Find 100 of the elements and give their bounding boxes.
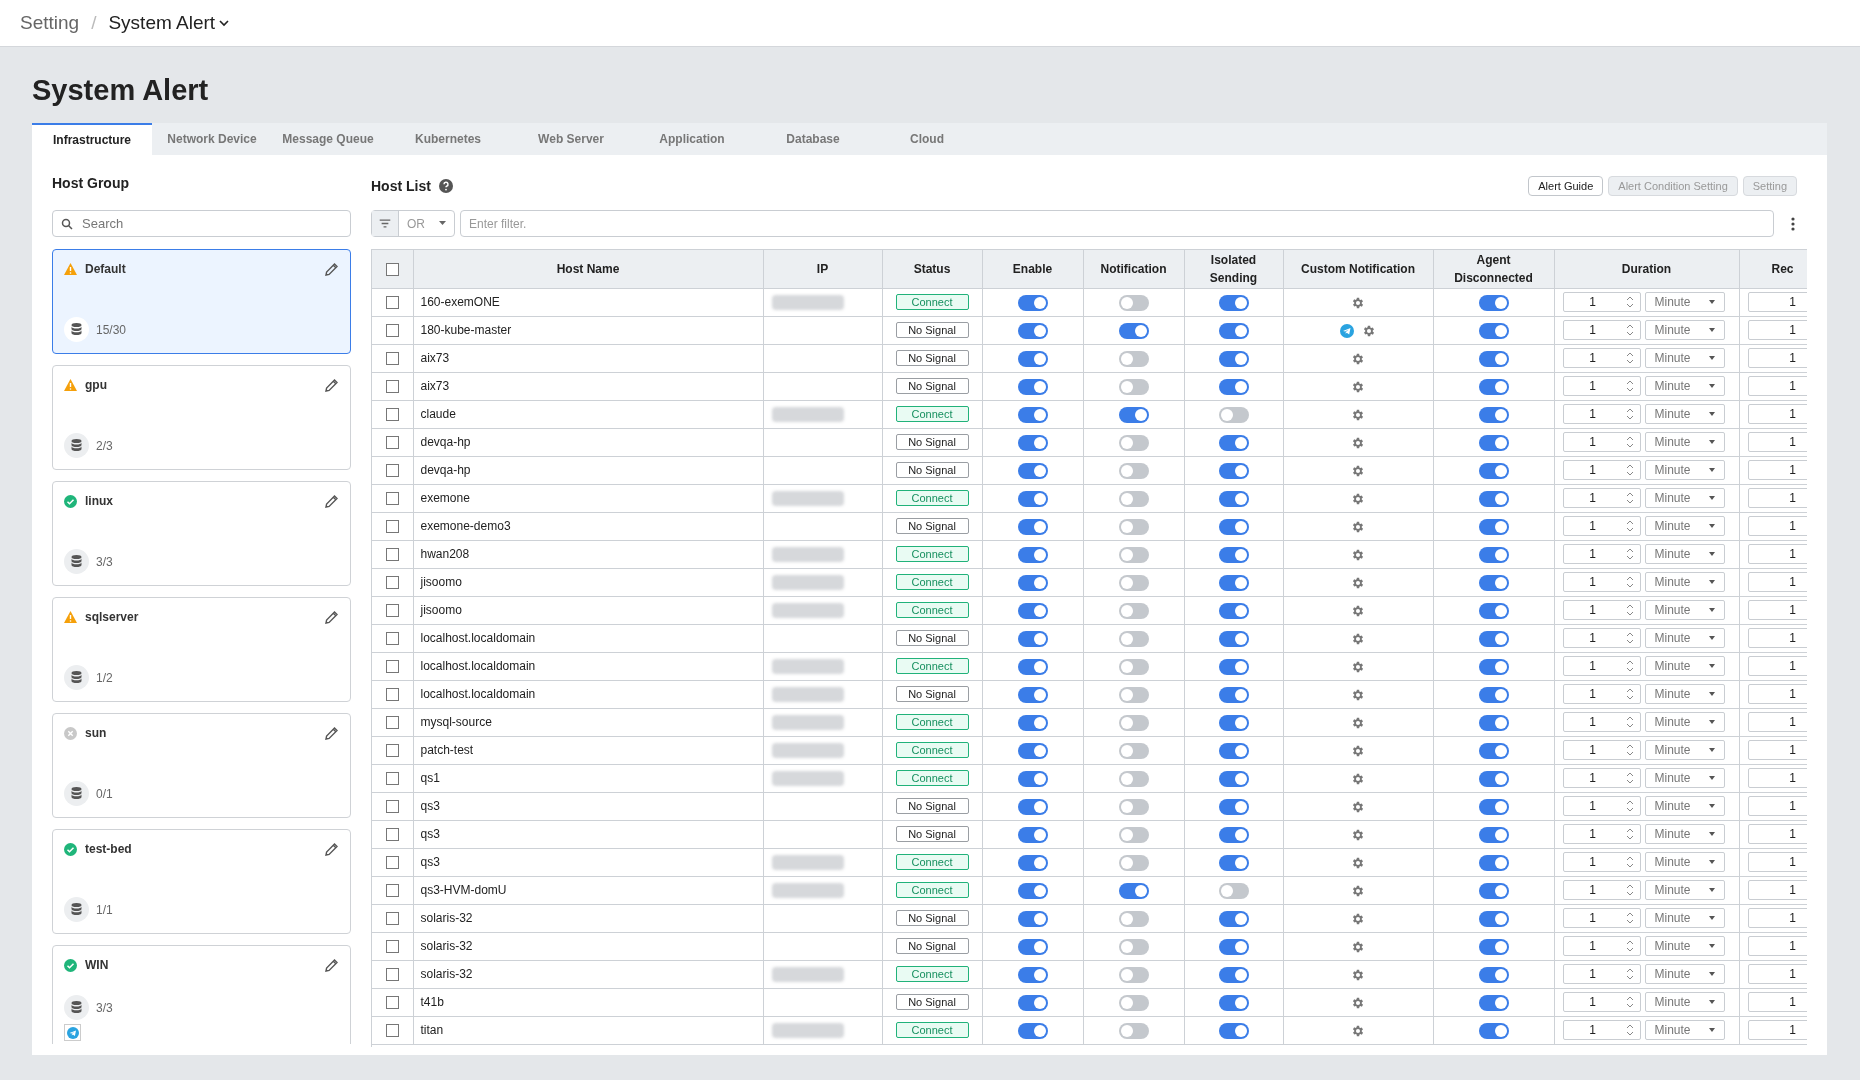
- toggle-switch[interactable]: [1478, 938, 1509, 955]
- gear-icon[interactable]: [1351, 407, 1365, 422]
- unit-dropdown[interactable]: Minute: [1644, 572, 1725, 592]
- checkbox[interactable]: [385, 464, 399, 478]
- duration-input[interactable]: 1: [1562, 796, 1641, 816]
- gear-icon[interactable]: [1351, 295, 1365, 310]
- checkbox[interactable]: [385, 1024, 399, 1038]
- spinner-arrows-icon[interactable]: [1625, 435, 1634, 449]
- toggle-switch[interactable]: [1118, 294, 1149, 311]
- rec-input[interactable]: 1: [1747, 964, 1807, 984]
- toggle-switch[interactable]: [1218, 742, 1249, 759]
- toggle-switch[interactable]: [1478, 378, 1509, 395]
- unit-dropdown[interactable]: Minute: [1644, 320, 1725, 340]
- tab[interactable]: Kubernetes: [384, 123, 512, 155]
- duration-input[interactable]: 1: [1562, 712, 1641, 732]
- rec-input[interactable]: 1: [1747, 992, 1807, 1012]
- toggle-switch[interactable]: [1017, 490, 1048, 507]
- spinner-arrows-icon[interactable]: [1625, 827, 1634, 841]
- unit-dropdown[interactable]: Minute: [1644, 852, 1725, 872]
- host-group-card[interactable]: Default 15/30: [52, 249, 351, 354]
- edit-icon[interactable]: [324, 725, 339, 741]
- checkbox[interactable]: [385, 436, 399, 450]
- duration-input[interactable]: 1: [1562, 600, 1641, 620]
- breadcrumb-link[interactable]: Setting: [20, 8, 80, 38]
- duration-input[interactable]: 1: [1562, 320, 1641, 340]
- unit-dropdown[interactable]: Minute: [1644, 348, 1725, 368]
- duration-input[interactable]: 1: [1562, 824, 1641, 844]
- toggle-switch[interactable]: [1218, 378, 1249, 395]
- gear-icon[interactable]: [1351, 575, 1365, 590]
- duration-input[interactable]: 1: [1562, 684, 1641, 704]
- duration-input[interactable]: 1: [1562, 376, 1641, 396]
- spinner-arrows-icon[interactable]: [1625, 603, 1634, 617]
- unit-dropdown[interactable]: Minute: [1644, 768, 1725, 788]
- gear-icon[interactable]: [1351, 687, 1365, 702]
- toggle-switch[interactable]: [1118, 770, 1149, 787]
- rec-input[interactable]: 1: [1747, 936, 1807, 956]
- unit-dropdown[interactable]: Minute: [1644, 600, 1725, 620]
- rec-input[interactable]: 1: [1747, 796, 1807, 816]
- rec-input[interactable]: 1: [1747, 768, 1807, 788]
- toggle-switch[interactable]: [1478, 798, 1509, 815]
- toggle-switch[interactable]: [1118, 434, 1149, 451]
- toggle-switch[interactable]: [1218, 686, 1249, 703]
- rec-input[interactable]: 1: [1747, 320, 1807, 340]
- checkbox[interactable]: [385, 940, 399, 954]
- toggle-switch[interactable]: [1218, 462, 1249, 479]
- more-options-icon[interactable]: [1791, 216, 1795, 231]
- checkbox[interactable]: [385, 884, 399, 898]
- gear-icon[interactable]: [1351, 519, 1365, 534]
- checkbox[interactable]: [385, 324, 399, 338]
- rec-input[interactable]: 1: [1747, 348, 1807, 368]
- toggle-switch[interactable]: [1478, 882, 1509, 899]
- toggle-switch[interactable]: [1478, 434, 1509, 451]
- unit-dropdown[interactable]: Minute: [1644, 740, 1725, 760]
- toggle-switch[interactable]: [1478, 714, 1509, 731]
- toggle-switch[interactable]: [1218, 574, 1249, 591]
- toggle-switch[interactable]: [1218, 882, 1249, 899]
- tab[interactable]: Network Device: [152, 123, 272, 155]
- toggle-switch[interactable]: [1118, 882, 1149, 899]
- toggle-switch[interactable]: [1118, 350, 1149, 367]
- duration-input[interactable]: 1: [1562, 740, 1641, 760]
- toggle-switch[interactable]: [1478, 966, 1509, 983]
- duration-input[interactable]: 1: [1562, 292, 1641, 312]
- toggle-switch[interactable]: [1118, 546, 1149, 563]
- toggle-switch[interactable]: [1218, 966, 1249, 983]
- checkbox[interactable]: [385, 263, 399, 277]
- spinner-arrows-icon[interactable]: [1625, 379, 1634, 393]
- toggle-switch[interactable]: [1478, 994, 1509, 1011]
- rec-input[interactable]: 1: [1747, 628, 1807, 648]
- checkbox[interactable]: [385, 744, 399, 758]
- rec-input[interactable]: 1: [1747, 488, 1807, 508]
- toggle-switch[interactable]: [1218, 434, 1249, 451]
- gear-icon[interactable]: [1351, 883, 1365, 898]
- checkbox[interactable]: [385, 352, 399, 366]
- search-field[interactable]: Search: [52, 210, 351, 237]
- tab[interactable]: Database: [754, 123, 872, 155]
- checkbox[interactable]: [385, 408, 399, 422]
- toggle-switch[interactable]: [1218, 490, 1249, 507]
- gear-icon[interactable]: [1351, 967, 1365, 982]
- toggle-switch[interactable]: [1218, 770, 1249, 787]
- toggle-switch[interactable]: [1118, 1022, 1149, 1039]
- checkbox[interactable]: [385, 912, 399, 926]
- gear-icon[interactable]: [1351, 631, 1365, 646]
- spinner-arrows-icon[interactable]: [1625, 323, 1634, 337]
- spinner-arrows-icon[interactable]: [1625, 631, 1634, 645]
- gear-icon[interactable]: [1351, 547, 1365, 562]
- toggle-switch[interactable]: [1478, 770, 1509, 787]
- toggle-switch[interactable]: [1478, 406, 1509, 423]
- host-group-card[interactable]: linux 3/3: [52, 481, 351, 586]
- gear-icon[interactable]: [1351, 995, 1365, 1010]
- rec-input[interactable]: 1: [1747, 880, 1807, 900]
- unit-dropdown[interactable]: Minute: [1644, 544, 1725, 564]
- rec-input[interactable]: 1: [1747, 516, 1807, 536]
- rec-input[interactable]: 1: [1747, 656, 1807, 676]
- rec-input[interactable]: 1: [1747, 852, 1807, 872]
- filter-input[interactable]: Enter filter.: [460, 210, 1774, 237]
- toggle-switch[interactable]: [1017, 518, 1048, 535]
- checkbox[interactable]: [385, 800, 399, 814]
- spinner-arrows-icon[interactable]: [1625, 855, 1634, 869]
- unit-dropdown[interactable]: Minute: [1644, 432, 1725, 452]
- spinner-arrows-icon[interactable]: [1625, 351, 1634, 365]
